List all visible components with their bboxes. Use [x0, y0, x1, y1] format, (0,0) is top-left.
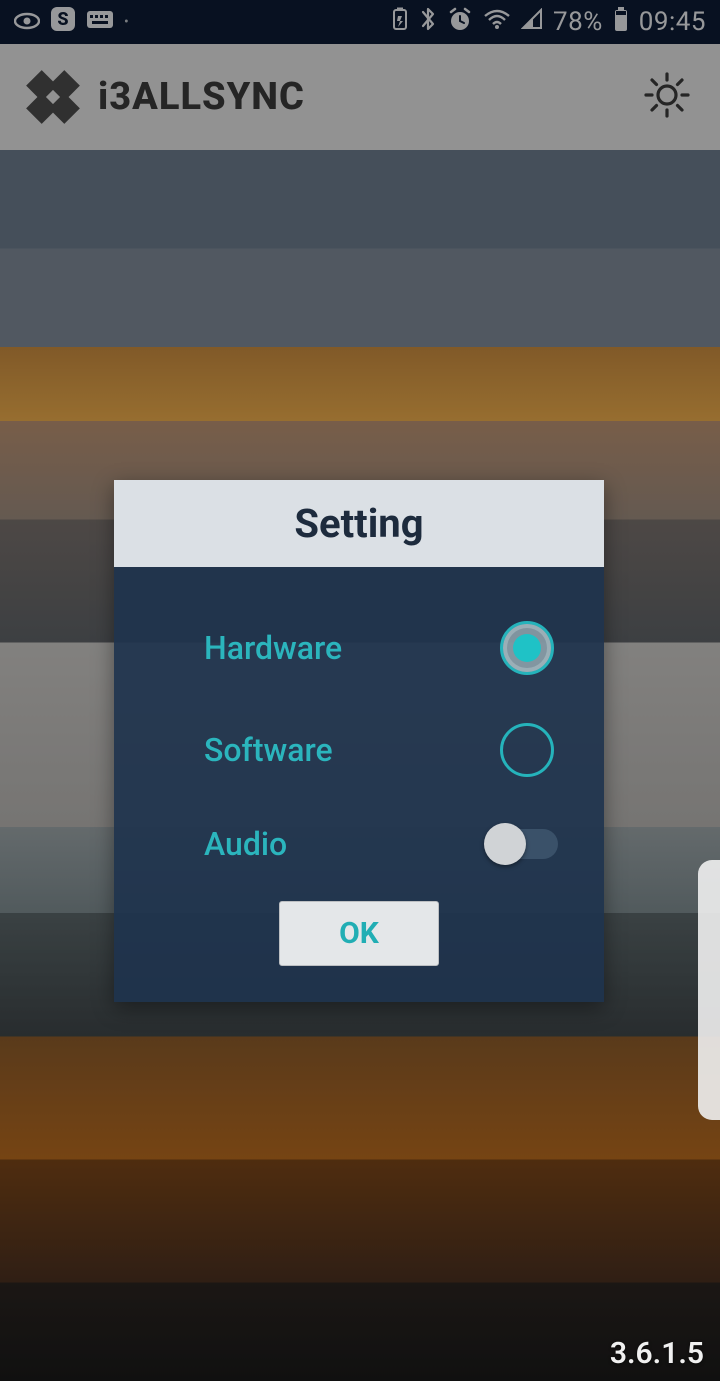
audio-label: Audio — [154, 825, 287, 863]
bluetooth-icon — [419, 6, 437, 39]
hardware-label: Hardware — [154, 629, 342, 667]
status-right: 78% 09:45 — [391, 6, 706, 39]
status-left: S • — [14, 6, 129, 39]
battery-percentage: 78% — [553, 7, 603, 37]
ok-button[interactable]: OK — [279, 901, 439, 966]
settings-gear-button[interactable] — [640, 68, 694, 126]
skype-icon: S — [50, 6, 76, 39]
alarm-icon — [447, 6, 473, 39]
row-hardware[interactable]: Hardware — [154, 597, 564, 699]
logo-mark-icon — [15, 59, 91, 135]
row-audio[interactable]: Audio — [154, 801, 564, 887]
hardware-radio[interactable] — [500, 621, 554, 675]
row-software[interactable]: Software — [154, 699, 564, 801]
audio-toggle[interactable] — [488, 829, 558, 859]
app-header: i3ALLSYNC — [0, 44, 720, 150]
battery-icon — [613, 6, 629, 39]
software-radio[interactable] — [500, 723, 554, 777]
signal-icon — [521, 7, 543, 37]
app-title: i3ALLSYNC — [98, 75, 305, 119]
battery-saver-icon — [391, 7, 409, 38]
clock-time: 09:45 — [639, 7, 706, 37]
edge-panel-handle[interactable] — [698, 860, 720, 1120]
version-label: 3.6.1.5 — [610, 1336, 704, 1371]
dot-icon: • — [124, 14, 129, 30]
dialog-body: Hardware Software Audio OK — [114, 567, 604, 1002]
software-label: Software — [154, 731, 333, 769]
dialog-title: Setting — [114, 480, 604, 567]
settings-dialog: Setting Hardware Software Audio OK — [114, 480, 604, 1002]
svg-text:S: S — [57, 9, 68, 30]
wifi-icon — [483, 7, 511, 37]
gear-icon — [640, 68, 694, 122]
app-logo: i3ALLSYNC — [26, 70, 305, 124]
eye-icon — [14, 7, 40, 37]
keyboard-icon — [86, 7, 114, 37]
android-status-bar: S • 78% 09:45 — [0, 0, 720, 44]
